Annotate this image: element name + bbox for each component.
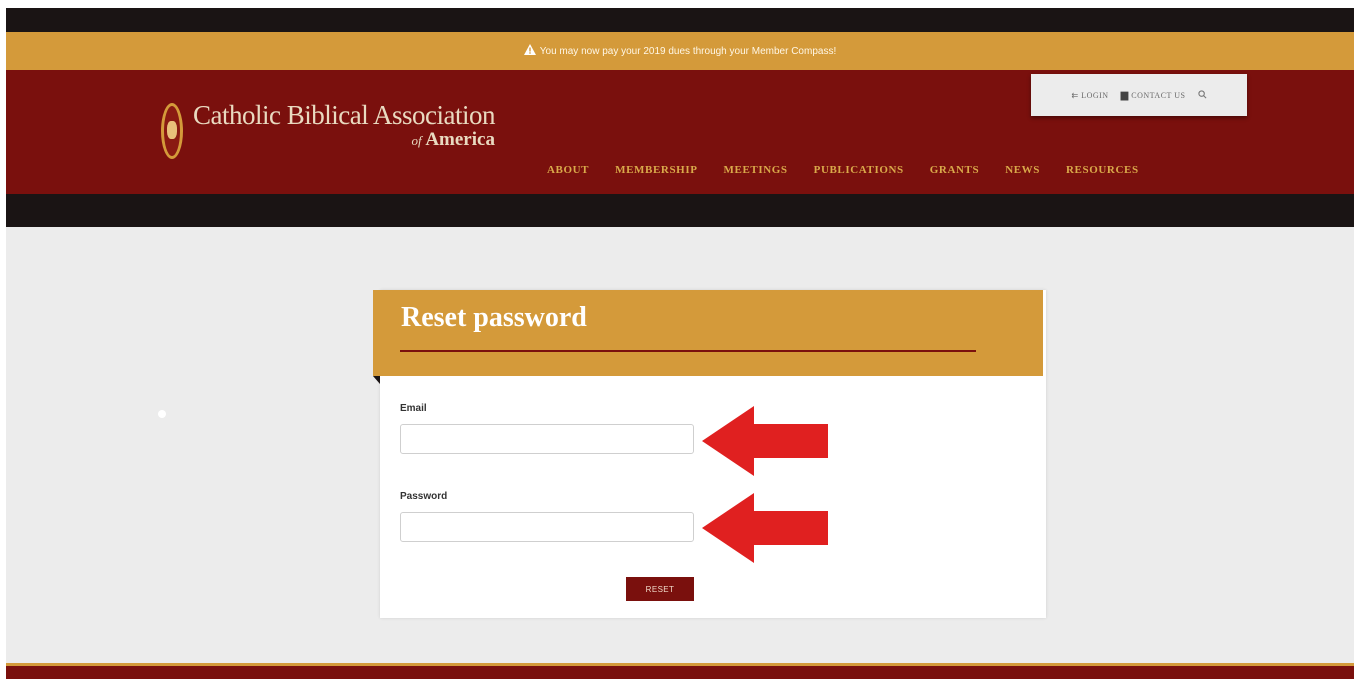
arrow-left-icon (702, 493, 828, 563)
login-link[interactable]: ⇇ LOGIN (1071, 91, 1108, 100)
email-label: Email (400, 403, 427, 414)
printer-icon: ▆ (1120, 89, 1129, 101)
browser-viewport: You may now pay your 2019 dues through y… (6, 8, 1354, 679)
site-logo[interactable]: Catholic Biblical Association of America (161, 100, 495, 159)
arrow-left-icon (702, 406, 828, 476)
nav-item-membership[interactable]: MEMBERSHIP (615, 164, 697, 176)
association-seal-icon (161, 103, 183, 159)
page-title: Reset password (401, 302, 587, 333)
nav-item-resources[interactable]: RESOURCES (1066, 164, 1139, 176)
header-fold-corner (373, 376, 380, 384)
nav-item-meetings[interactable]: MEETINGS (724, 164, 788, 176)
notice-bar: You may now pay your 2019 dues through y… (6, 32, 1354, 70)
nav-item-news[interactable]: NEWS (1005, 164, 1040, 176)
logo-subtitle: of America (411, 129, 495, 150)
utility-bar: ⇇ LOGIN ▆ CONTACT US (1031, 74, 1247, 116)
title-divider (400, 350, 976, 352)
top-black-strip (6, 8, 1354, 32)
site-header: Catholic Biblical Association of America… (6, 70, 1354, 194)
email-field[interactable] (400, 424, 694, 454)
decorative-dot (158, 410, 166, 418)
reset-button[interactable]: RESET (626, 577, 694, 601)
notice-text: You may now pay your 2019 dues through y… (539, 45, 837, 57)
main-nav: ABOUT MEMBERSHIP MEETINGS PUBLICATIONS G… (547, 164, 1139, 176)
contact-link[interactable]: ▆ CONTACT US (1121, 90, 1186, 101)
search-icon[interactable] (1197, 89, 1207, 101)
password-label: Password (400, 491, 448, 502)
header-bottom-strip (6, 194, 1354, 227)
nav-item-grants[interactable]: GRANTS (930, 164, 979, 176)
login-arrow-icon: ⇇ (1071, 90, 1079, 100)
footer-bar (6, 663, 1354, 679)
card-header: Reset password (373, 290, 1043, 376)
logo-title: Catholic Biblical Association (193, 100, 495, 130)
reset-password-card: Reset password Email Password RESET (373, 290, 1046, 618)
warning-icon (523, 44, 536, 58)
password-field[interactable] (400, 512, 694, 542)
nav-item-about[interactable]: ABOUT (547, 164, 589, 176)
nav-item-publications[interactable]: PUBLICATIONS (814, 164, 904, 176)
